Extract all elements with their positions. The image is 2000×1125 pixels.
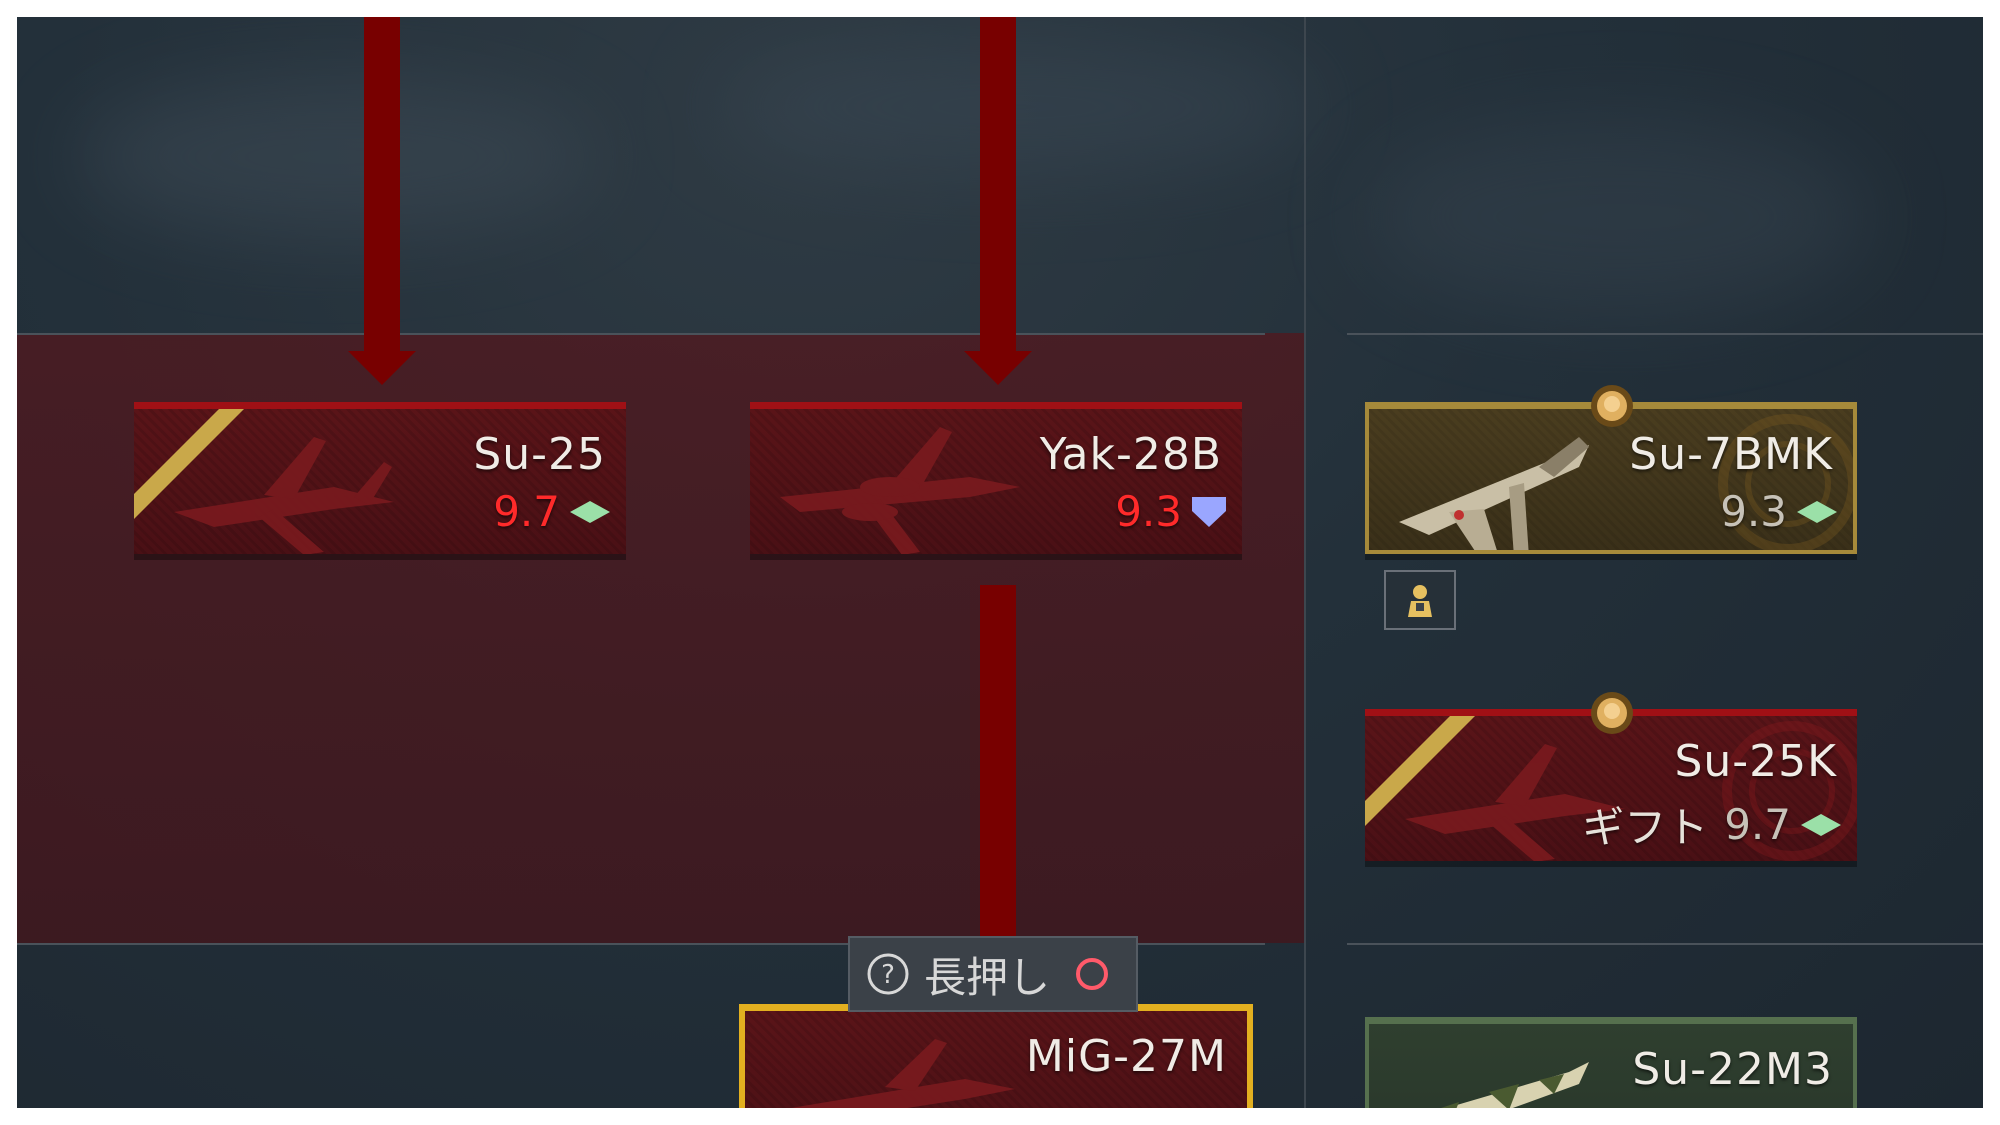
vehicle-name: Su-25	[473, 429, 606, 480]
battle-rating-row: 9.7	[493, 487, 610, 536]
shield-icon	[1192, 496, 1226, 527]
background-cloud	[77, 77, 597, 237]
circle-button-icon	[1076, 958, 1109, 990]
battle-rating-row: ギフト 9.7	[1582, 794, 1841, 855]
vehicle-card-yak-28b[interactable]: Yak-28B 9.3	[750, 402, 1242, 554]
vehicle-card-su-25[interactable]: Su-25 9.7	[134, 402, 626, 554]
hold-button-tooltip: ? 長押し	[848, 936, 1138, 1012]
crew-slot-button[interactable]	[1384, 570, 1456, 630]
rank-divider-line	[17, 333, 1265, 335]
svg-text:?: ?	[881, 960, 895, 990]
squadron-medal-icon	[1591, 385, 1633, 427]
background-cloud	[1367, 117, 1867, 317]
battle-rating: 9.7	[1724, 800, 1791, 849]
crew-member-icon	[1408, 585, 1432, 617]
battle-rating: 9.3	[1115, 487, 1182, 536]
premium-ribbon-icon	[134, 409, 244, 519]
question-circle-icon: ?	[867, 953, 909, 995]
tooltip-text: 長押し	[924, 952, 1051, 1002]
research-arrow-head	[964, 351, 1032, 385]
research-arrow-shaft	[364, 17, 400, 351]
vehicle-name: Su-25K	[1674, 736, 1837, 787]
aircraft-camo-icon	[1441, 1062, 1589, 1108]
aircraft-camo-icon	[1399, 437, 1589, 550]
vehicle-card-mig-27m[interactable]: MiG-27M	[739, 1004, 1253, 1108]
diamond-icon	[1801, 813, 1841, 836]
vehicle-name: Su-22M3	[1632, 1044, 1833, 1095]
battle-rating: 9.7	[493, 487, 560, 536]
rank-divider-line	[1347, 943, 1983, 945]
vehicle-card-su-22m3[interactable]: Su-22M3	[1365, 1017, 1857, 1108]
battle-rating: 9.3	[1720, 487, 1787, 536]
premium-ribbon-icon	[1365, 716, 1475, 826]
tech-tree-scene: Su-25 9.7 Yak-28B 9.3 Su-7BMK 9.3 Su-25K…	[17, 17, 1983, 1108]
diamond-icon	[1797, 500, 1837, 523]
vehicle-name: Yak-28B	[1039, 429, 1222, 480]
column-divider-line	[1304, 17, 1306, 1108]
battle-rating-row: 9.3	[1720, 487, 1837, 536]
battle-rating-row: 9.3	[1115, 487, 1226, 536]
aircraft-silhouette-icon	[791, 1039, 1015, 1108]
squadron-medal-icon	[1591, 692, 1633, 734]
vehicle-name: MiG-27M	[1025, 1031, 1227, 1082]
research-arrow-shaft	[980, 585, 1016, 937]
vehicle-name: Su-7BMK	[1629, 429, 1833, 480]
research-arrow-shaft	[980, 17, 1016, 351]
gift-label: ギフト	[1582, 803, 1709, 852]
rank-divider-line	[1347, 333, 1983, 335]
diamond-icon	[570, 500, 610, 523]
background-cloud	[717, 37, 1317, 177]
research-arrow-head	[348, 351, 416, 385]
aircraft-silhouette-icon	[780, 427, 1020, 554]
